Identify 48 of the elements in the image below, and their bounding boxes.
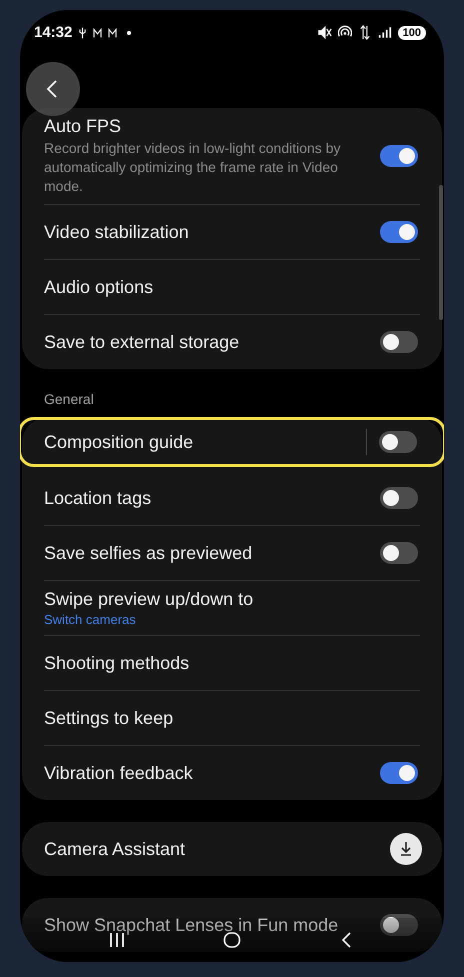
settings-row[interactable]: Vibration feedback: [22, 746, 442, 800]
settings-row[interactable]: Save to external storage: [22, 315, 442, 369]
battery-indicator: 100: [398, 26, 426, 40]
toggle-switch[interactable]: [379, 431, 417, 453]
toggle-switch[interactable]: [380, 331, 418, 353]
settings-row[interactable]: Swipe preview up/down to Switch cameras: [22, 581, 442, 635]
settings-row[interactable]: Settings to keep: [22, 691, 442, 745]
settings-row[interactable]: Camera Assistant: [22, 822, 442, 876]
row-description: Record brighter videos in low-light conditions by automatically optimizing the frame rate in Video mode.: [44, 139, 342, 196]
settings-row[interactable]: Audio options: [22, 260, 442, 314]
settings-row[interactable]: Auto FPS Record brighter videos in low-light conditions by automatically optimizing the frame rate in Video mode.: [22, 108, 442, 204]
row-title: Show Snapchat Lenses in Fun mode: [44, 914, 340, 936]
section-header: General: [43, 390, 95, 409]
row-title: Vibration feedback: [44, 762, 194, 784]
notification-dot-icon: [127, 30, 132, 34]
mail-icon: [93, 26, 102, 40]
row-title: Camera Assistant: [44, 838, 186, 860]
toggle-switch[interactable]: [380, 221, 418, 243]
settings-row[interactable]: Composition guide: [20, 417, 444, 467]
row-title: Save selfies as previewed: [44, 542, 254, 564]
toggle-switch[interactable]: [380, 762, 418, 784]
toggle-switch[interactable]: [380, 145, 418, 167]
row-title: Settings to keep: [44, 708, 174, 728]
row-title: Audio options: [44, 276, 154, 298]
row-title: Location tags: [44, 488, 152, 508]
settings-row[interactable]: Show Snapchat Lenses in Fun mode: [22, 898, 442, 952]
status-time: 14:32: [34, 24, 72, 41]
settings-row[interactable]: Location tags: [22, 471, 442, 525]
toggle-switch[interactable]: [380, 487, 418, 509]
row-title: Auto FPS: [44, 116, 122, 137]
signal-icon: [378, 25, 392, 40]
download-icon[interactable]: [390, 833, 422, 865]
home-icon[interactable]: [222, 930, 242, 950]
settings-row[interactable]: Save selfies as previewed: [22, 526, 442, 580]
row-title: Shooting methods: [44, 652, 190, 674]
settings-row[interactable]: Shooting methods: [22, 636, 442, 690]
settings-row[interactable]: Video stabilization: [22, 205, 442, 259]
row-title: Save to external storage: [44, 332, 240, 352]
toggle-switch[interactable]: [380, 914, 418, 936]
network-type-icon: [358, 25, 372, 40]
row-value: Switch cameras: [44, 612, 137, 627]
row-title: Composition guide: [44, 432, 194, 452]
toggle-switch[interactable]: [380, 542, 418, 564]
usb-icon: [78, 26, 88, 40]
mail-icon: [108, 26, 118, 40]
row-title: Video stabilization: [44, 222, 190, 242]
mute-icon: [318, 25, 332, 40]
row-title: Swipe preview up/down to: [44, 589, 254, 610]
